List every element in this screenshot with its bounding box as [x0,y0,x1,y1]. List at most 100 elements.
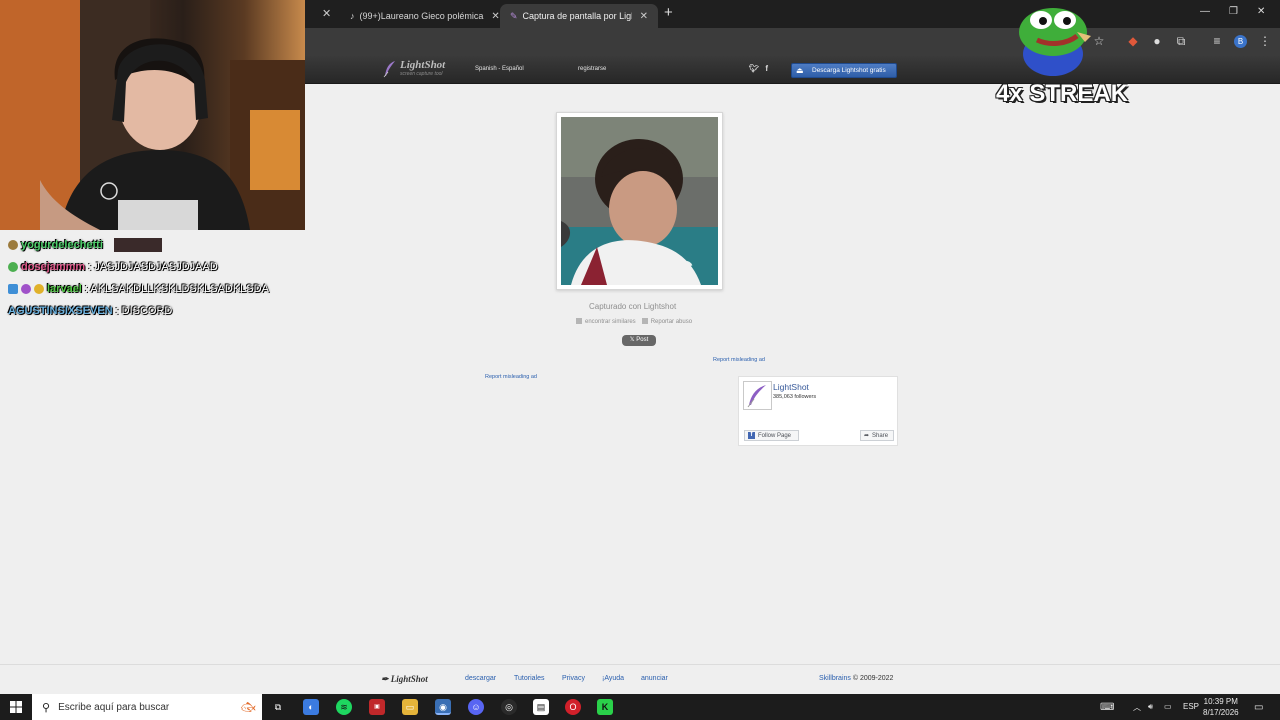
twitter-icon[interactable]: 🐦︎ [749,64,759,73]
close-window-icon[interactable]: ✕ [1257,6,1265,17]
close-icon[interactable]: ✕ [640,11,648,22]
windows-start-icon[interactable] [10,701,22,713]
image-icon [576,318,582,324]
new-tab-button[interactable]: + [664,4,673,21]
share-button[interactable]: ➦ Share [860,430,894,441]
chat-text: : JASJDJASDJASJDJAAD [88,261,218,273]
pepe-emote-icon [1019,8,1091,76]
webcam-feed [0,0,305,230]
taskbar-clock[interactable]: 10:39 PM 8/17/2026 [1203,696,1239,718]
find-similar-link[interactable]: encontrar similares [576,318,636,325]
badge-icon [8,284,18,294]
feather-icon [747,385,766,408]
opera-icon[interactable]: O [565,699,581,715]
spotify-icon[interactable]: ≋ [336,699,352,715]
language-indicator[interactable]: ESP [1183,702,1199,711]
facebook-icon[interactable]: f [765,64,768,73]
minimize-icon[interactable]: — [1200,6,1210,17]
language-select[interactable]: Spanish - Español [475,66,524,72]
footer-logo-text: LightShot [390,674,428,684]
share-icon: ➦ [864,433,870,439]
feather-icon: ✎ [510,10,518,21]
page-body [305,84,1280,664]
chat-message: AGUSTINSIXSEVEN : DISCORD [8,300,303,322]
app-icon[interactable]: ▣ [369,699,385,715]
kick-icon[interactable]: K [597,699,613,715]
download-button[interactable]: ⏏ Descarga Lightshot gratis [791,63,897,78]
copyright: Skillbrains © 2009-2022 [819,675,893,682]
footer-link-download[interactable]: descargar [465,675,496,682]
keyboard-icon[interactable]: ⌨ [1100,702,1114,713]
avatar[interactable]: B [1234,35,1247,48]
taskbar-search[interactable]: ⚲ Escribe aquí para buscar 🐟︎ [32,694,262,720]
fb-page-name[interactable]: LightShot [773,382,809,392]
restore-icon[interactable]: ❐ [1229,6,1238,17]
flag-icon [641,318,648,324]
chat-text: : AKLSAKDLLKSKLDSKLSADKLSDA [84,283,269,295]
logo-name: LightShot [400,59,446,71]
emote-image [113,238,162,252]
chat-username: larvael [47,283,82,295]
close-icon[interactable]: ✕ [322,7,331,20]
discord-icon[interactable]: ☺ [468,699,484,715]
follow-page-button[interactable]: f Follow Page [744,430,799,441]
tiktok-icon: ♪ [350,11,355,21]
footer-link-tutorials[interactable]: Tutoriales [514,675,544,682]
footer-link-advertise[interactable]: anunciar [641,675,668,682]
follow-label: Follow Page [758,432,792,439]
image-actions: encontrar similares Reportar abuso [576,318,692,325]
chat-message: yogurdelechetti [8,234,303,256]
notification-icon[interactable]: ▭ [1254,702,1263,713]
captured-label: Capturado con Lightshot [589,302,677,311]
logo-tagline: screen capture tool [400,71,443,77]
puzzle-icon[interactable]: ⧉ [1174,34,1188,48]
obs-icon[interactable]: ◎ [501,699,517,715]
screen: ✕ ♪ (99+)Laureano Gieco polémica ✕ ✎ Cap… [0,0,1280,720]
report-abuse-link[interactable]: Reportar abuso [641,318,692,325]
badge-icon [8,240,18,250]
chevron-up-icon[interactable]: ︿ [1133,702,1141,713]
screenshot-photo: LIG [561,117,718,285]
file-explorer-icon[interactable]: ▭ [402,699,418,715]
copilot-icon[interactable]: ◐ [303,699,319,715]
download-label: Descarga Lightshot gratis [812,67,886,74]
screenshot-image[interactable]: LIG [561,117,718,285]
find-similar-label: encontrar similares [585,319,636,325]
register-link[interactable]: registrarse [578,66,606,72]
close-icon[interactable]: ✕ [491,11,499,22]
tab-lightshot[interactable]: ✎ Captura de pantalla por Lightsh ✕ [500,4,658,28]
footer-link-help[interactable]: ¡Ayuda [602,675,624,682]
badge-icon [21,284,31,294]
volume-icon[interactable]: 🔊︎ [1148,702,1153,712]
media-icon[interactable]: ≡ [1210,34,1224,48]
badge-icon [34,284,44,294]
stream-chat: yogurdelechetti dosejammm : JASJDJASDJAS… [8,234,303,322]
skillbrains-link[interactable]: Skillbrains [819,675,851,682]
fb-page-avatar[interactable] [743,381,772,410]
post-button[interactable]: 𝕏 Post [622,335,656,346]
menu-icon[interactable]: ⋮ [1258,34,1272,48]
fb-followers: 385,063 followers [773,394,817,400]
streak-label: 4x STREAK [996,80,1129,107]
chat-username: dosejammm [21,261,86,273]
extension-icon[interactable]: ● [1150,34,1164,48]
task-view-icon[interactable]: ⧉ [270,699,286,715]
search-icon: ⚲ [42,701,51,714]
post-label: Post [636,337,649,343]
search-highlight-icon: 🐟︎ [240,700,256,714]
extension-icon[interactable]: ◆ [1126,34,1140,48]
footer-logo[interactable]: ✒ LightShot [381,674,428,685]
chrome-icon[interactable]: ◉ [435,699,451,715]
report-ad-link[interactable]: Report misleading ad [485,374,537,380]
facebook-icon: f [748,432,755,439]
tab-laureano[interactable]: ♪ (99+)Laureano Gieco polémica ✕ [340,4,510,28]
chat-message: larvael : AKLSAKDLLKSKLDSKLSADKLSDA [8,278,303,300]
network-icon[interactable]: ▭ [1164,702,1172,711]
share-label: Share [872,432,889,439]
app-icon[interactable]: ▤ [533,699,549,715]
lightshot-logo[interactable]: LightShot screen capture tool [383,60,445,78]
download-icon: ⏏ [796,65,804,75]
footer-link-privacy[interactable]: Privacy [562,675,585,682]
tab-label: Captura de pantalla por Lightsh [522,11,632,21]
report-ad-link[interactable]: Report misleading ad [713,357,765,363]
